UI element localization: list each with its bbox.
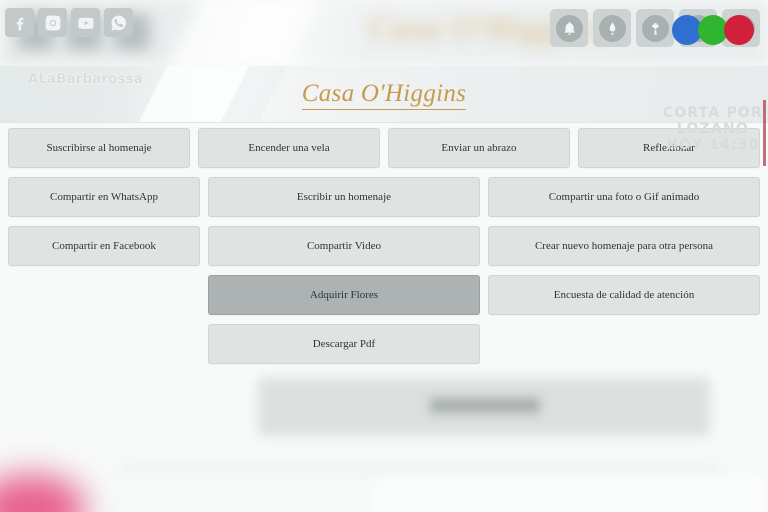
instagram-icon[interactable] (38, 8, 67, 37)
blurred-diagonal-stripe (148, 0, 332, 66)
youtube-icon[interactable] (71, 8, 100, 37)
button-row: Adquirir Flores Encuesta de calidad de at… (0, 275, 768, 315)
light-candle-icon-button[interactable] (593, 9, 631, 47)
page-title[interactable]: Casa O'Higgins (301, 80, 467, 110)
social-links (5, 8, 133, 37)
buy-flowers-button[interactable]: Adquirir Flores (207, 275, 480, 315)
write-tribute-button[interactable]: Escribir un homenaje (207, 177, 480, 217)
blurred-page-content (0, 366, 768, 512)
share-video-button[interactable]: Compartir Video (207, 226, 480, 266)
blurred-pink-shape (0, 474, 86, 512)
button-row: Suscribirse al homenaje Encender una vela… (0, 128, 768, 168)
buy-flowers-icon-button[interactable] (636, 9, 674, 47)
account-handle: ALaBarbarossa (28, 72, 144, 87)
create-new-tribute-button[interactable]: Crear nuevo homenaje para otra persona (487, 226, 761, 266)
facebook-icon[interactable] (5, 8, 34, 37)
bell-icon (555, 14, 583, 42)
light-candle-button[interactable]: Encender una vela (198, 128, 380, 168)
reflect-button[interactable]: Reflexionar (578, 128, 760, 168)
button-row: Descargar Pdf (0, 324, 768, 364)
flowers-icon (641, 14, 669, 42)
send-hug-button[interactable]: Enviar un abrazo (388, 128, 570, 168)
action-button-grid: Suscribirse al homenaje Encender una vela… (0, 128, 768, 373)
button-row: Compartir en Facebook Compartir Video Crea… (0, 226, 768, 266)
button-row: Compartir en WhatsApp Escribir un homenaj… (0, 177, 768, 217)
candle-icon (598, 14, 626, 42)
quality-survey-button[interactable]: Encuesta de calidad de atención (487, 275, 761, 315)
notifications-button[interactable] (550, 9, 588, 47)
share-photo-gif-button[interactable]: Compartir una foto o Gif animado (487, 177, 761, 217)
blurred-divider (120, 462, 720, 476)
dot-red[interactable] (724, 15, 754, 45)
watermark-bar (763, 100, 766, 166)
share-facebook-button[interactable]: Compartir en Facebook (8, 226, 200, 266)
blurred-content-card (372, 476, 768, 512)
blurred-content-label (430, 398, 540, 413)
subscribe-tribute-button[interactable]: Suscribirse al homenaje (8, 128, 190, 168)
whatsapp-icon[interactable] (104, 8, 133, 37)
window-control-dots[interactable] (672, 15, 754, 45)
share-whatsapp-button[interactable]: Compartir en WhatsApp (8, 177, 200, 217)
download-pdf-button[interactable]: Descargar Pdf (207, 324, 480, 364)
